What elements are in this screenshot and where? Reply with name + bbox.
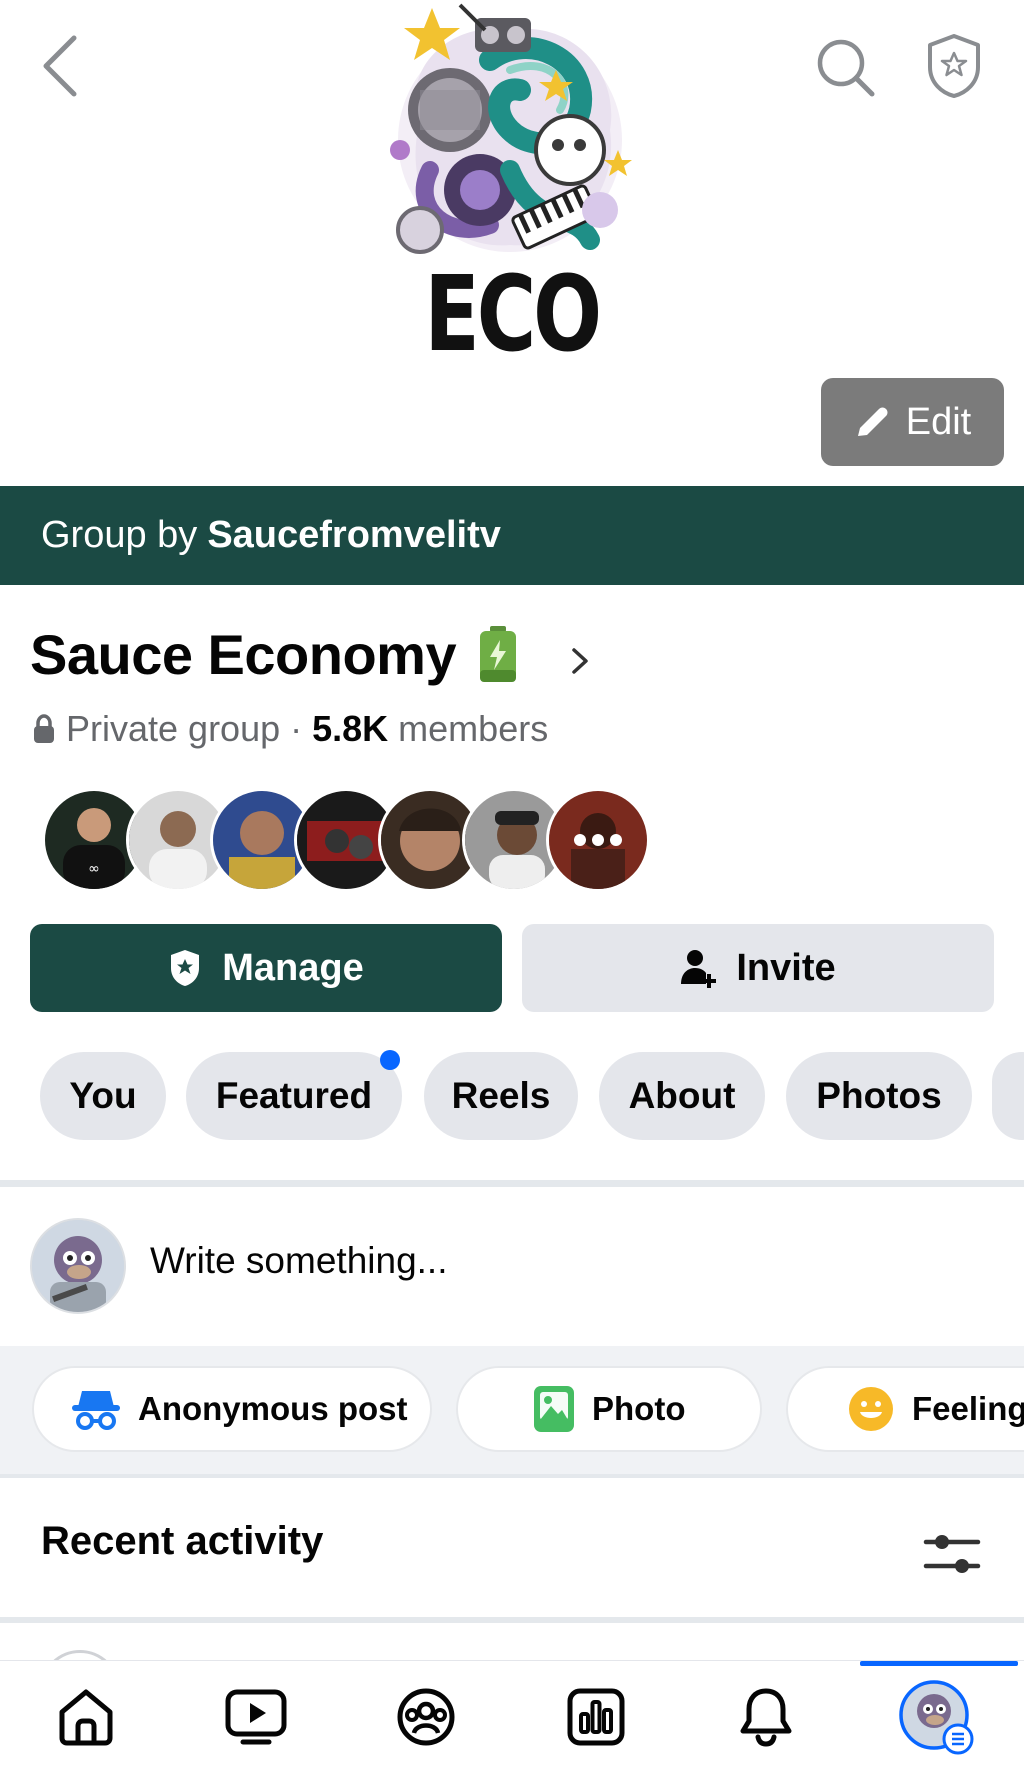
smiley-icon xyxy=(849,1387,893,1431)
section-divider xyxy=(0,1617,1024,1623)
shield-star-icon xyxy=(928,34,980,98)
group-privacy-line: Private group · 5.8K members xyxy=(32,708,548,750)
admin-tools-button[interactable] xyxy=(920,30,988,102)
tab-more-partial[interactable] xyxy=(992,1052,1024,1140)
chip-label: Feeling xyxy=(912,1390,1024,1427)
nav-notifications[interactable] xyxy=(706,1661,826,1771)
more-dots-icon xyxy=(549,791,647,889)
nav-profile-menu[interactable] xyxy=(876,1661,996,1771)
shield-star-icon xyxy=(171,950,200,986)
edit-label: Edit xyxy=(905,400,972,443)
group-owner-name[interactable]: Saucefromvelitv xyxy=(207,514,501,557)
bottom-nav xyxy=(0,1660,1024,1771)
group-owner-banner: Group by Saucefromvelitv xyxy=(0,486,1024,585)
user-avatar[interactable] xyxy=(30,1218,126,1314)
manage-label: Manage xyxy=(222,946,364,989)
feeds-icon xyxy=(567,1688,625,1745)
search-icon xyxy=(817,39,875,97)
composer-input[interactable]: Write something... xyxy=(150,1240,447,1282)
privacy-label: Private group xyxy=(66,708,281,749)
tab-you[interactable]: You xyxy=(40,1052,166,1140)
groups-icon xyxy=(397,1688,455,1745)
photo-icon xyxy=(534,1386,574,1432)
members-label[interactable]: members xyxy=(398,708,548,750)
chip-label: Anonymous post xyxy=(138,1390,408,1427)
nav-feeds[interactable] xyxy=(536,1661,656,1771)
group-by-prefix: Group by xyxy=(41,514,198,556)
incognito-icon xyxy=(72,1391,120,1430)
photo-button[interactable]: Photo xyxy=(456,1366,762,1452)
nav-video[interactable] xyxy=(196,1661,316,1771)
chip-label: Photo xyxy=(592,1390,686,1427)
tab-photos[interactable]: Photos xyxy=(786,1052,972,1140)
anonymous-post-button[interactable]: Anonymous post xyxy=(32,1366,432,1452)
add-person-icon xyxy=(681,950,717,988)
tab-featured[interactable]: Featured xyxy=(186,1050,402,1140)
group-logo-text: ECO xyxy=(424,253,602,375)
manage-button[interactable]: Manage xyxy=(30,924,502,1012)
lock-icon xyxy=(34,714,54,743)
composer-actions: Anonymous post Photo Feeling xyxy=(0,1346,1024,1474)
group-title[interactable]: Sauce Economy xyxy=(30,622,518,687)
battery-icon xyxy=(480,625,517,682)
recent-activity-title: Recent activity xyxy=(41,1519,324,1563)
back-button[interactable] xyxy=(30,28,90,104)
nav-home[interactable] xyxy=(26,1661,146,1771)
tab-about[interactable]: About xyxy=(599,1052,765,1140)
section-divider xyxy=(0,1180,1024,1187)
nav-groups[interactable] xyxy=(366,1661,486,1771)
notification-dot xyxy=(380,1050,400,1070)
edit-cover-button[interactable]: Edit xyxy=(821,378,1004,466)
filter-sliders-icon[interactable] xyxy=(922,1530,982,1578)
member-count[interactable]: 5.8K xyxy=(312,708,388,750)
separator: · xyxy=(290,708,303,749)
svg-text:∞: ∞ xyxy=(88,861,100,877)
tab-reels[interactable]: Reels xyxy=(424,1052,578,1140)
video-icon xyxy=(225,1689,287,1744)
chevron-left-icon xyxy=(43,35,77,97)
tab-label: You xyxy=(69,1075,137,1116)
notifications-icon xyxy=(740,1688,792,1747)
feeling-button[interactable]: Feeling xyxy=(786,1366,1024,1452)
group-name-text: Sauce Economy xyxy=(30,623,457,686)
pencil-icon xyxy=(857,407,888,436)
invite-label: Invite xyxy=(736,946,836,989)
invite-button[interactable]: Invite xyxy=(522,924,994,1012)
profile-menu-icon xyxy=(899,1679,974,1754)
section-divider xyxy=(0,1474,1024,1478)
tab-label: Featured xyxy=(215,1075,373,1116)
group-cover: ECO Edit xyxy=(0,0,1024,486)
tab-label: Photos xyxy=(816,1075,942,1116)
home-icon xyxy=(59,1689,113,1745)
more-members-avatar[interactable] xyxy=(546,788,650,892)
tab-label: Reels xyxy=(451,1075,551,1116)
chevron-right-icon[interactable] xyxy=(570,646,590,676)
group-page: ECO Edit Group by Saucefromvelitv Sauce … xyxy=(0,0,1024,1771)
search-button[interactable] xyxy=(810,32,882,104)
tab-label: About xyxy=(628,1075,736,1116)
